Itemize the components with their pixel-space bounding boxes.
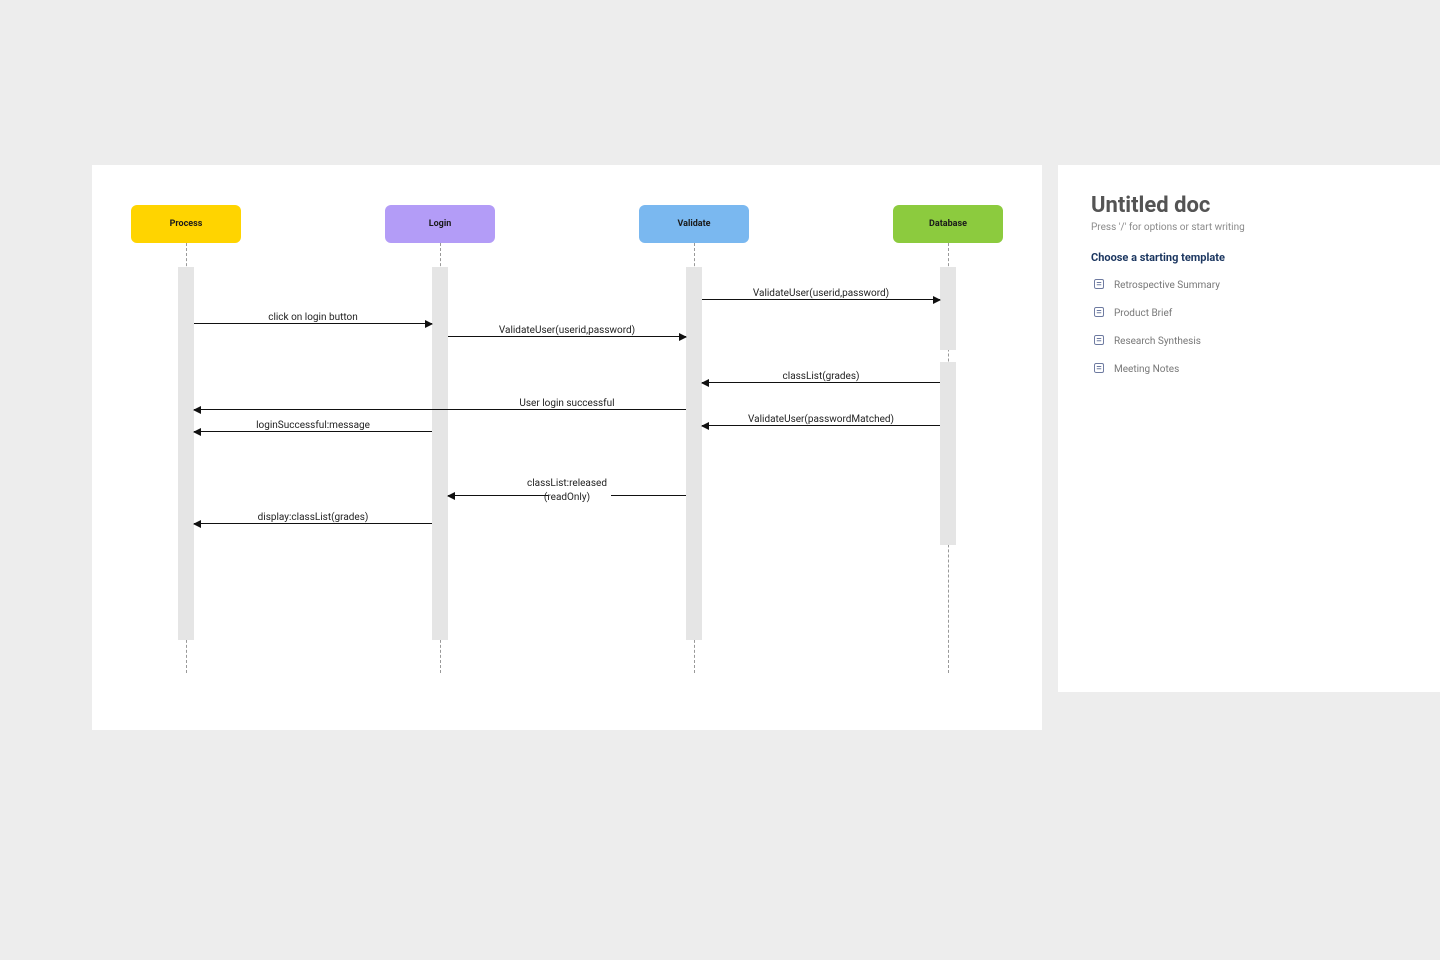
arrow-label-line1: classList:released	[527, 478, 607, 489]
template-label: Research Synthesis	[1114, 336, 1201, 347]
sequence-diagram-canvas[interactable]: Process Login Validate Database click on…	[92, 165, 1042, 730]
doc-title[interactable]: Untitled doc	[1091, 193, 1412, 218]
arrow-label: ValidateUser(userid,password)	[702, 287, 940, 301]
activation-process	[178, 267, 194, 640]
template-icon	[1093, 334, 1105, 349]
doc-section-heading: Choose a starting template	[1091, 251, 1412, 264]
participant-label: Validate	[677, 219, 710, 229]
participant-login[interactable]: Login	[385, 205, 495, 243]
template-meeting-notes[interactable]: Meeting Notes	[1091, 358, 1412, 381]
arrow-label: loginSuccessful:message	[194, 419, 432, 433]
arrow-label: display:classList(grades)	[194, 511, 432, 525]
template-product-brief[interactable]: Product Brief	[1091, 302, 1412, 325]
participant-label: Database	[929, 219, 967, 229]
template-icon	[1093, 278, 1105, 293]
template-icon	[1093, 306, 1105, 321]
participant-process[interactable]: Process	[131, 205, 241, 243]
activation-database-2	[940, 362, 956, 545]
arrow-label-line2: (readOnly)	[544, 492, 590, 503]
activation-login	[432, 267, 448, 640]
template-label: Retrospective Summary	[1114, 280, 1220, 291]
participant-validate[interactable]: Validate	[639, 205, 749, 243]
arrow-label: classList(grades)	[702, 370, 940, 384]
template-label: Product Brief	[1114, 308, 1172, 319]
template-icon	[1093, 362, 1105, 377]
template-retrospective[interactable]: Retrospective Summary	[1091, 274, 1412, 297]
arrow-label: ValidateUser(userid,password)	[448, 324, 686, 338]
arrow-label: User login successful	[448, 397, 686, 411]
arrow-label: click on login button	[194, 311, 432, 325]
arrow-label: classList:released (readOnly)	[502, 477, 632, 505]
arrow-label: ValidateUser(passwordMatched)	[702, 413, 940, 427]
document-side-panel: Untitled doc Press '/' for options or st…	[1058, 165, 1440, 692]
participant-label: Login	[429, 219, 452, 229]
activation-validate	[686, 267, 702, 640]
participant-database[interactable]: Database	[893, 205, 1003, 243]
template-label: Meeting Notes	[1114, 364, 1179, 375]
activation-database-1	[940, 267, 956, 350]
doc-hint: Press '/' for options or start writing	[1091, 222, 1412, 233]
participant-label: Process	[170, 219, 203, 229]
template-research-synthesis[interactable]: Research Synthesis	[1091, 330, 1412, 353]
